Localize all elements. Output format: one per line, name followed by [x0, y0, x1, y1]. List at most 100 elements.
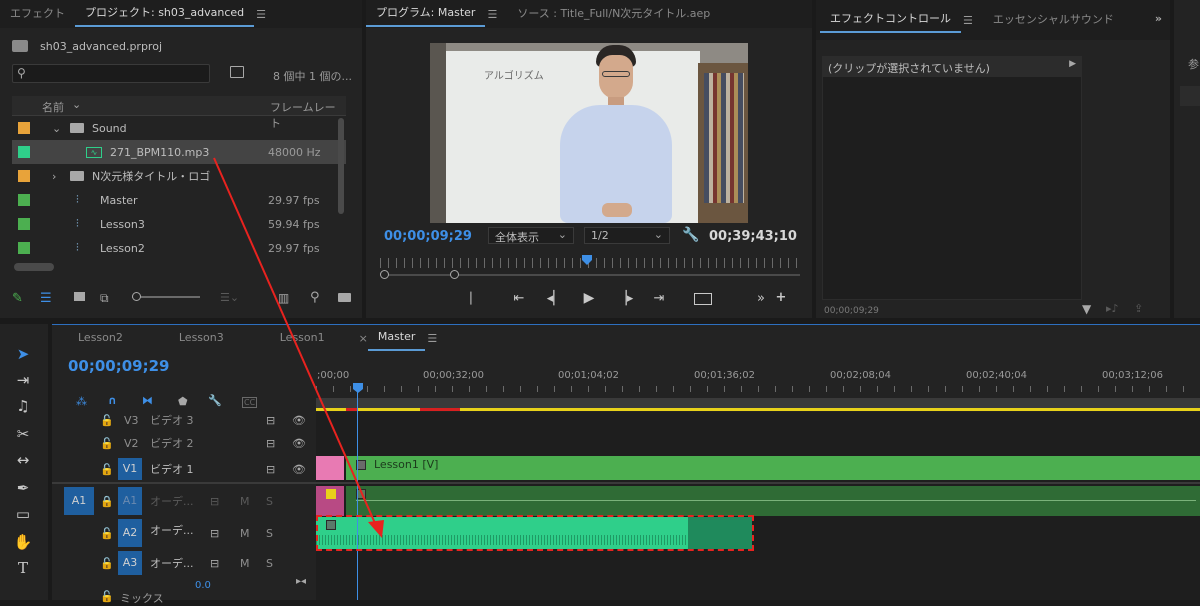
zoom-select[interactable]: 全体表示 ⌄	[488, 227, 574, 244]
panel-menu-icon[interactable]: ☰	[963, 14, 973, 27]
pen-tool-icon[interactable]: ✒	[10, 476, 36, 500]
zoom-handle-right[interactable]	[450, 270, 459, 279]
wrench-icon[interactable]: 🔧	[682, 227, 699, 243]
tab-source[interactable]: ソース : Title_Full/N次元タイトル.aep	[507, 0, 720, 28]
col-name-header[interactable]: 名前	[42, 99, 64, 115]
automate-sequence-icon[interactable]: ▥	[278, 291, 289, 305]
linked-selection-icon[interactable]: ⧓	[142, 394, 153, 407]
tab-program[interactable]: プログラム: Master	[366, 1, 486, 27]
mute-button[interactable]: M	[240, 527, 250, 540]
track-id-target[interactable]: A2	[118, 519, 142, 547]
step-back-button[interactable]: ◂▏	[546, 291, 564, 306]
eye-icon[interactable]: 👁	[292, 437, 306, 450]
solo-button[interactable]: S	[266, 495, 273, 508]
track-id-target[interactable]: V1	[118, 458, 142, 480]
track-id-target[interactable]: A3	[118, 551, 142, 575]
list-item-selected[interactable]: ∿ 271_BPM110.mp3 48000 Hz	[12, 140, 346, 164]
tab-effect-controls[interactable]: エフェクトコントロール	[820, 7, 961, 33]
more-panels-icon[interactable]: »	[1155, 12, 1162, 25]
list-view-icon[interactable]: ☰	[40, 291, 52, 306]
razor-tool-icon[interactable]: ✂	[10, 422, 36, 446]
source-patch-a1[interactable]: A1	[64, 487, 94, 515]
add-marker-button[interactable]: ⎸	[470, 291, 484, 306]
lock-icon[interactable]: 🔓	[100, 527, 114, 540]
expand-triangle-icon[interactable]: ▶	[1069, 59, 1076, 69]
export-frame-button[interactable]	[694, 293, 712, 305]
panel-menu-icon[interactable]: ☰	[427, 332, 437, 345]
sort-icons-icon[interactable]: ☰⌄	[220, 291, 239, 304]
play-button[interactable]: ▶	[580, 290, 598, 306]
panel-menu-icon[interactable]: ☰	[487, 8, 497, 21]
new-bin-icon[interactable]	[338, 293, 351, 302]
mute-button[interactable]: M	[240, 495, 250, 508]
track-id-target[interactable]: A1	[118, 487, 142, 515]
eye-icon[interactable]: 👁	[292, 414, 306, 427]
lock-icon[interactable]: 🔓	[100, 437, 114, 450]
type-tool-icon[interactable]: T	[10, 556, 36, 580]
list-item[interactable]: ⫶ Master 29.97 fps	[12, 188, 346, 212]
pencil-icon[interactable]: ✎	[12, 291, 23, 306]
list-item[interactable]: › N次元様タイトル・ロゴ	[12, 164, 346, 188]
snap-icon[interactable]: ∩	[108, 394, 117, 407]
go-to-in-button[interactable]: ⇤	[510, 291, 528, 306]
list-item[interactable]: ⫶ Lesson3 59.94 fps	[12, 212, 346, 236]
icon-view-icon[interactable]	[74, 292, 85, 301]
more-controls-button[interactable]: »	[754, 291, 768, 306]
panel-menu-icon[interactable]: ☰	[256, 8, 266, 21]
tab-essential-sound[interactable]: エッセンシャルサウンド	[983, 6, 1124, 34]
filter-icon[interactable]: ▼	[1082, 302, 1091, 316]
vertical-scrollbar[interactable]	[338, 118, 344, 214]
sort-chevron-icon[interactable]: ⌄	[72, 98, 81, 111]
sync-lock-icon[interactable]: ⊟	[266, 414, 275, 427]
video-audio-divider[interactable]	[52, 482, 1200, 484]
tab-lesson2[interactable]: Lesson2	[68, 324, 133, 352]
close-icon[interactable]: ×	[359, 332, 368, 345]
sync-lock-icon[interactable]: ⊟	[210, 527, 219, 540]
mute-button[interactable]: M	[240, 557, 250, 570]
sync-lock-icon[interactable]: ⊟	[210, 495, 219, 508]
selection-tool-icon[interactable]: ➤	[10, 342, 36, 366]
a1-clip-pink[interactable]	[316, 486, 344, 516]
search-input[interactable]: ⚲	[12, 64, 210, 83]
go-to-out-button[interactable]: ⇥	[650, 291, 668, 306]
slip-tool-icon[interactable]: ↔	[10, 448, 36, 472]
find-icon[interactable]: ⚲	[310, 290, 320, 305]
lock-icon-locked[interactable]: 🔒	[100, 495, 114, 508]
mix-value[interactable]: 0.0	[195, 580, 211, 591]
tab-lesson1[interactable]: Lesson1	[270, 324, 335, 352]
solo-button[interactable]: S	[266, 527, 273, 540]
sync-lock-icon[interactable]: ⊟	[266, 437, 275, 450]
zoom-scrollbar[interactable]	[384, 274, 800, 276]
sync-lock-icon[interactable]: ⊟	[266, 463, 275, 476]
export-icon[interactable]: ⇪	[1134, 302, 1143, 315]
tab-master[interactable]: Master	[367, 325, 426, 351]
track-select-tool-icon[interactable]: ⇥	[10, 368, 36, 392]
step-forward-button[interactable]: ▕▸	[616, 291, 634, 306]
lock-icon[interactable]: 🔓	[100, 557, 114, 570]
list-item[interactable]: ⌄ Sound	[12, 116, 346, 140]
resolution-select[interactable]: 1/2 ⌄	[584, 227, 670, 244]
eye-icon[interactable]: 👁	[292, 463, 306, 476]
go-to-end-icon[interactable]: ▸◂	[296, 576, 306, 587]
zoom-slider[interactable]	[132, 296, 200, 298]
button-editor-icon[interactable]: +	[774, 290, 788, 305]
lock-icon[interactable]: 🔓	[100, 414, 114, 427]
zoom-handle-left[interactable]	[380, 270, 389, 279]
hand-tool-icon[interactable]: ✋	[10, 530, 36, 554]
add-marker-icon[interactable]: ⬟	[178, 395, 188, 408]
v1-clip-pink[interactable]	[316, 456, 344, 480]
freeform-view-icon[interactable]: ⧉	[100, 291, 109, 306]
wrench-icon[interactable]: 🔧	[208, 394, 222, 407]
solo-button[interactable]: S	[266, 557, 273, 570]
tab-effects[interactable]: エフェクト	[0, 0, 75, 28]
work-area-bar[interactable]	[316, 398, 1200, 408]
tab-project[interactable]: プロジェクト: sh03_advanced	[75, 1, 255, 27]
chevron-right-icon[interactable]: ›	[52, 170, 64, 183]
captions-icon[interactable]: CC	[242, 397, 258, 408]
a1-clip-lesson1[interactable]	[346, 486, 1200, 516]
nest-icon[interactable]: ⁂	[76, 395, 87, 408]
lock-icon[interactable]: 🔓	[100, 463, 114, 476]
rectangle-tool-icon[interactable]: ▭	[10, 502, 36, 526]
new-bin-from-search-icon[interactable]	[230, 66, 244, 78]
video-frame[interactable]: アルゴリズム	[430, 43, 748, 223]
